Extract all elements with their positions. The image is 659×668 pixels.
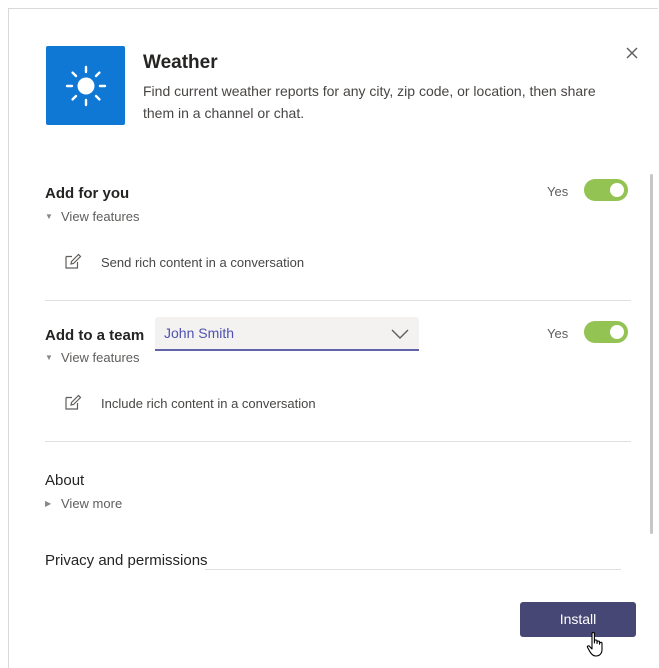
divider — [205, 569, 621, 570]
privacy-label: Privacy and permissions — [45, 552, 208, 569]
install-button[interactable]: Install — [520, 602, 636, 637]
close-button[interactable] — [621, 42, 643, 64]
toggle-knob — [610, 325, 624, 339]
edit-icon — [65, 253, 82, 269]
add-to-team-heading: Add to a team — [45, 327, 145, 344]
about-view-more[interactable]: ▶ View more — [45, 496, 122, 511]
divider — [45, 441, 631, 442]
app-install-dialog: Weather Find current weather reports for… — [8, 8, 658, 668]
add-for-you-heading: Add for you — [45, 185, 130, 202]
sun-icon — [65, 65, 107, 107]
toggle-knob — [610, 183, 624, 197]
add-to-team-toggle[interactable] — [584, 321, 628, 343]
privacy-heading[interactable]: Privacy and permissions — [45, 552, 208, 569]
view-more-label: View more — [61, 496, 123, 511]
about-heading: About — [45, 472, 85, 489]
add-for-you-toggle-label: Yes — [547, 184, 569, 199]
add-for-you-view-features[interactable]: ▼ View features — [45, 209, 140, 224]
divider — [45, 300, 631, 301]
scrollbar[interactable] — [650, 174, 653, 534]
weather-app-icon — [46, 46, 125, 125]
caret-right-icon: ▶ — [45, 499, 52, 508]
app-description: Find current weather reports for any cit… — [143, 83, 596, 121]
chevron-down-icon — [391, 329, 409, 339]
caret-down-icon: ▼ — [45, 212, 53, 221]
add-for-you-toggle[interactable] — [584, 179, 628, 201]
view-features-label: View features — [61, 350, 140, 365]
add-for-you-feature: Send rich content in a conversation — [101, 255, 305, 270]
add-to-team-view-features[interactable]: ▼ View features — [45, 350, 140, 365]
team-dropdown-value: John Smith — [164, 325, 235, 341]
view-features-label: View features — [61, 209, 140, 224]
team-dropdown[interactable]: John Smith — [155, 317, 419, 351]
add-to-team-feature: Include rich content in a conversation — [101, 396, 316, 411]
caret-down-icon: ▼ — [45, 353, 53, 362]
app-title: Weather — [143, 52, 218, 73]
close-icon — [626, 47, 638, 59]
hand-cursor-icon — [586, 632, 603, 657]
add-to-team-toggle-label: Yes — [547, 326, 569, 341]
edit-icon — [65, 394, 82, 410]
